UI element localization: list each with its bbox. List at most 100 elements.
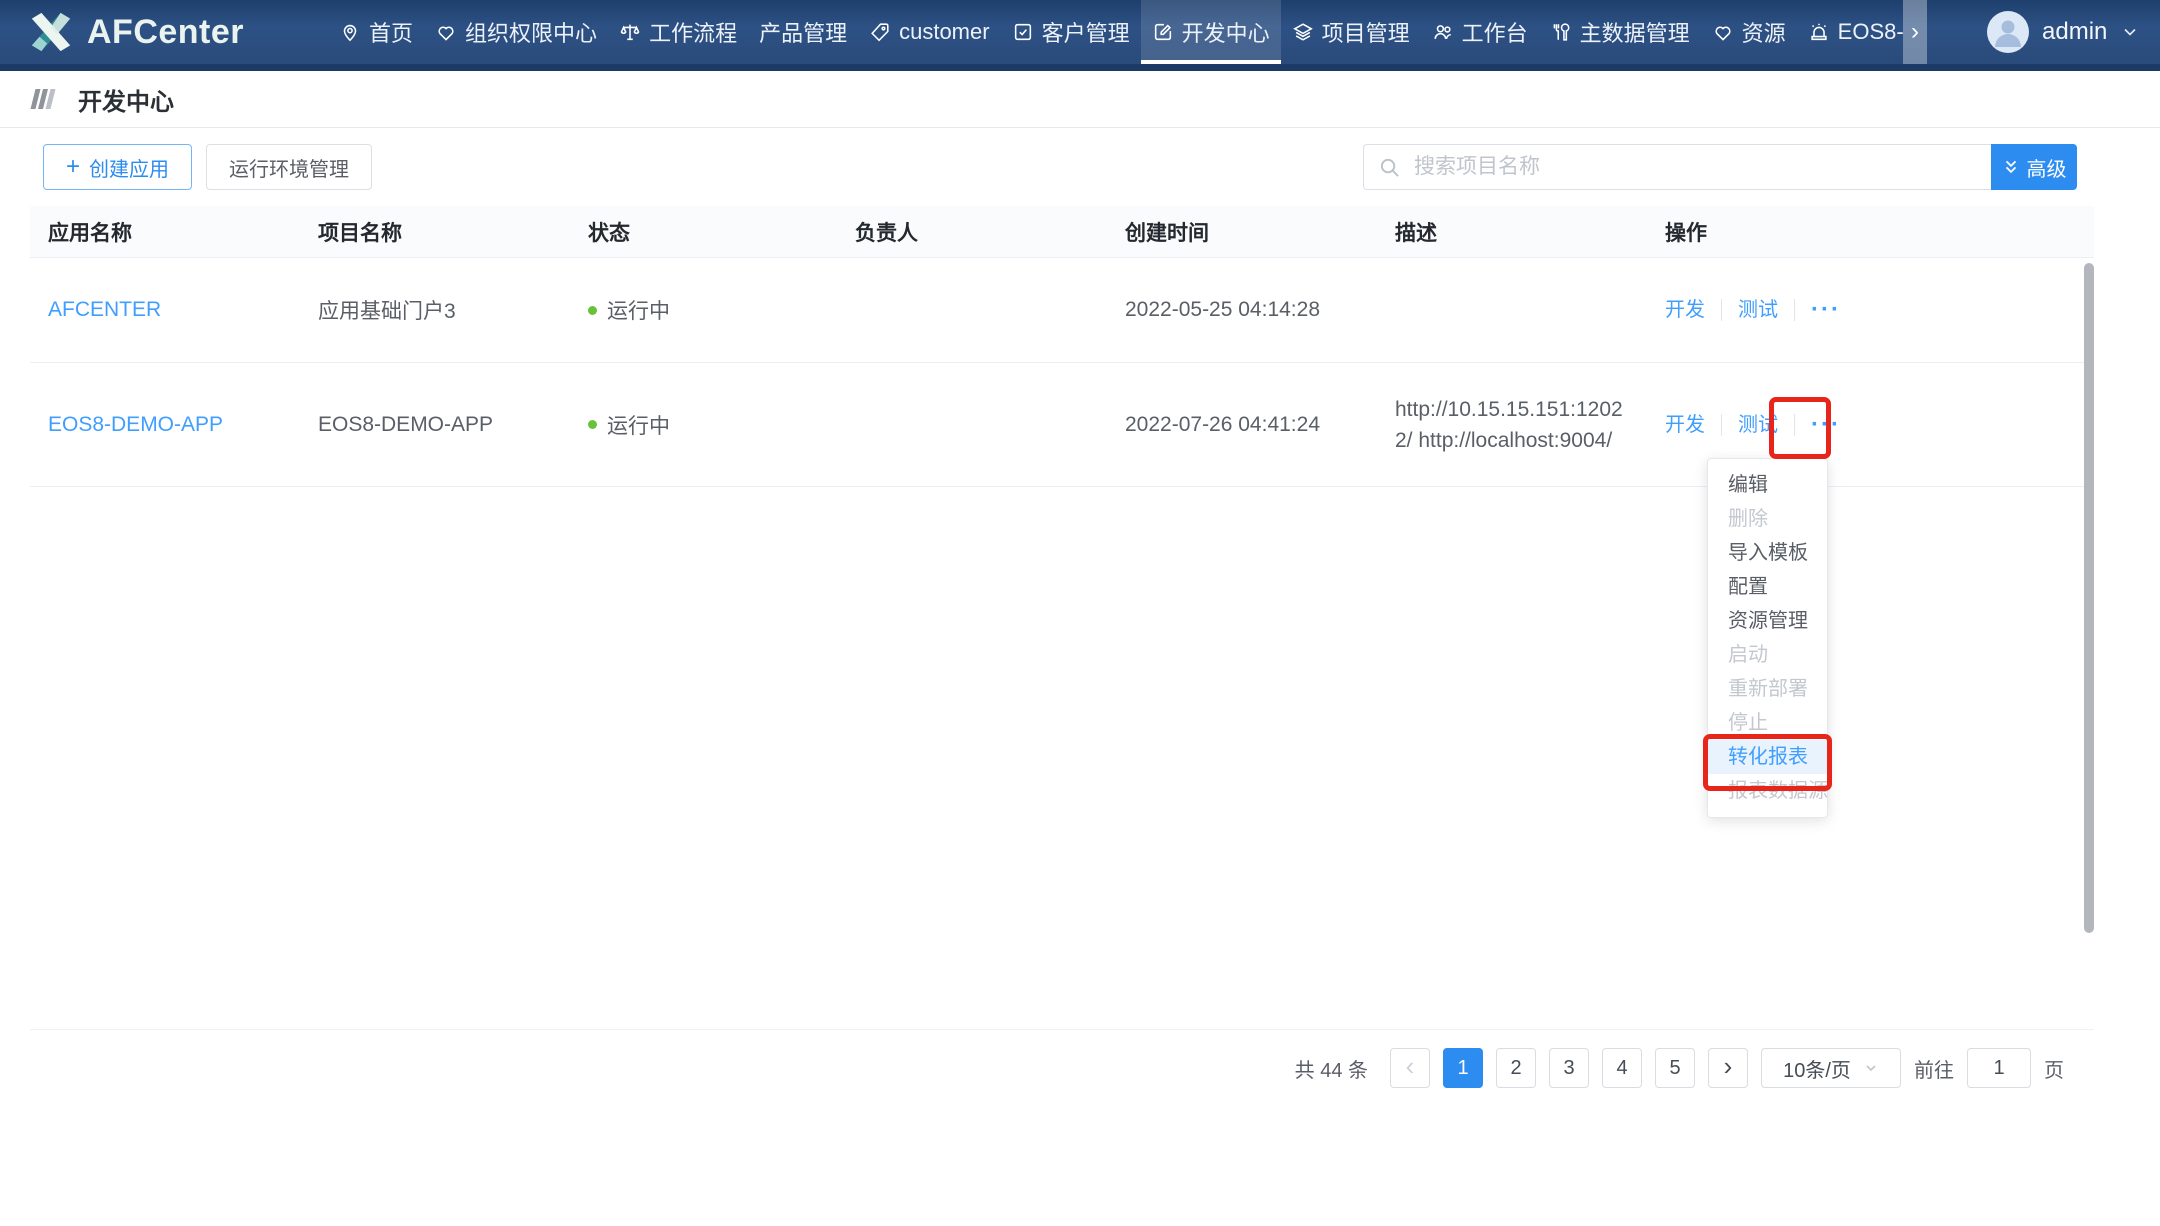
project-name-cell: EOS8-DEMO-APP [300, 413, 570, 437]
afcenter-logo-icon [28, 9, 74, 55]
created-cell: 2022-05-25 04:14:28 [1107, 298, 1377, 322]
goto-page-input[interactable] [1967, 1048, 2031, 1088]
menu-item-resource-mgmt[interactable]: 资源管理 [1708, 604, 1827, 638]
dev-action-link[interactable]: 开发 [1665, 299, 1721, 321]
nav-item-org-center[interactable]: 组织权限中心 [424, 0, 608, 64]
page-size-select[interactable]: 10条/页 [1761, 1048, 1901, 1088]
user-menu[interactable]: admin [1987, 0, 2140, 64]
username: admin [2042, 18, 2107, 46]
more-actions-icon[interactable]: ··· [1794, 299, 1841, 321]
nav-item-eos8-demo-app[interactable]: EOS8-DEMO-APP [1797, 0, 1903, 64]
menu-item-configure[interactable]: 配置 [1708, 570, 1827, 604]
created-cell: 2022-07-26 04:41:24 [1107, 413, 1377, 437]
col-app-name: 应用名称 [30, 217, 300, 247]
users-icon [1432, 21, 1454, 43]
top-navbar: AFCenter 首页 组织权限中心 工作流程 产品管理 [0, 0, 2160, 71]
menu-item-report-datasource[interactable]: 报表数据源 [1708, 774, 1827, 808]
col-description: 描述 [1377, 217, 1647, 247]
nav-item-workbench[interactable]: 工作台 [1421, 0, 1539, 64]
nav-label: EOS8-DEMO-APP [1838, 19, 1903, 45]
slashes-icon [30, 87, 62, 111]
create-app-button[interactable]: + 创建应用 [43, 144, 192, 190]
table-row: AFCENTER 应用基础门户3 运行中 2022-05-25 04:14:28… [30, 258, 2094, 363]
nav-label: 工作流程 [649, 16, 737, 48]
next-page-button[interactable]: › [1708, 1048, 1748, 1088]
status-dot-icon [588, 420, 597, 429]
workflow-scales-icon [619, 21, 641, 43]
row-actions: 开发 测试 ··· [1647, 299, 2094, 321]
app-name-link[interactable]: AFCENTER [48, 298, 161, 321]
toolbar-buttons: + 创建应用 运行环境管理 [43, 144, 372, 190]
avatar [1987, 11, 2029, 53]
menu-item-convert-report[interactable]: 转化报表 [1708, 740, 1827, 774]
description-cell: http://10.15.15.151:12022/ http://localh… [1377, 394, 1647, 456]
menu-item-start[interactable]: 启动 [1708, 638, 1827, 672]
menu-item-delete[interactable]: 删除 [1708, 502, 1827, 536]
double-chevron-down-icon [2002, 158, 2020, 176]
home-pin-icon [339, 21, 361, 43]
nav-item-resources[interactable]: 资源 [1701, 0, 1797, 64]
menu-item-edit[interactable]: 编辑 [1708, 468, 1827, 502]
advanced-search-button[interactable]: 高级 [1991, 144, 2077, 190]
advanced-label: 高级 [2027, 153, 2067, 182]
brand-name: AFCenter [87, 13, 244, 52]
goto-unit: 页 [2044, 1054, 2064, 1083]
nav-label: customer [899, 19, 989, 45]
org-heart-icon [435, 21, 457, 43]
more-actions-icon[interactable]: ··· [1794, 414, 1841, 436]
nav-item-product-mgmt[interactable]: 产品管理 [748, 0, 858, 64]
row-context-menu: 编辑 删除 导入模板 配置 资源管理 启动 重新部署 停止 转化报表 报表数据源 [1707, 458, 1828, 818]
page-button-3[interactable]: 3 [1549, 1048, 1589, 1088]
runtime-env-label: 运行环境管理 [229, 153, 349, 182]
main-nav: 首页 组织权限中心 工作流程 产品管理 customer [328, 0, 1903, 64]
nav-item-workflow[interactable]: 工作流程 [608, 0, 748, 64]
nav-item-customer[interactable]: customer [858, 0, 1000, 64]
chevron-down-icon [1863, 1060, 1879, 1076]
nav-item-project-mgmt[interactable]: 项目管理 [1281, 0, 1421, 64]
chevron-down-icon [2120, 22, 2140, 42]
status-label: 运行中 [607, 410, 670, 440]
col-owner: 负责人 [837, 217, 1107, 247]
col-created: 创建时间 [1107, 217, 1377, 247]
create-app-label: 创建应用 [89, 153, 169, 182]
table-header: 应用名称 项目名称 状态 负责人 创建时间 描述 操作 [30, 206, 2094, 258]
nav-item-master-data[interactable]: 主数据管理 [1539, 0, 1701, 64]
status-badge: 运行中 [588, 410, 817, 440]
status-dot-icon [588, 306, 597, 315]
breadcrumb: 开发中心 [0, 71, 2160, 128]
test-action-link[interactable]: 测试 [1721, 414, 1794, 436]
nav-label: 主数据管理 [1580, 16, 1690, 48]
status-badge: 运行中 [588, 295, 817, 325]
project-name-cell: 应用基础门户3 [300, 295, 570, 325]
vertical-scrollbar[interactable] [2084, 263, 2094, 933]
page-button-2[interactable]: 2 [1496, 1048, 1536, 1088]
goto-label: 前往 [1914, 1054, 1954, 1083]
nav-item-home[interactable]: 首页 [328, 0, 424, 64]
total-count: 共 44 条 [1295, 1054, 1368, 1083]
nav-label: 组织权限中心 [465, 16, 597, 48]
col-status: 状态 [570, 217, 837, 247]
runtime-env-button[interactable]: 运行环境管理 [206, 144, 372, 190]
nav-scroll-right-button[interactable]: › [1903, 0, 1927, 64]
search-input[interactable] [1363, 144, 1991, 190]
plus-icon: + [66, 155, 80, 179]
tag-icon [869, 21, 891, 43]
row-actions: 开发 测试 ··· [1647, 414, 2094, 436]
page-button-1[interactable]: 1 [1443, 1048, 1483, 1088]
menu-item-stop[interactable]: 停止 [1708, 706, 1827, 740]
pagination: 共 44 条 ‹ 1 2 3 4 5 › 10条/页 前往 页 [0, 1048, 2064, 1088]
tools-icon [1550, 21, 1572, 43]
dev-action-link[interactable]: 开发 [1665, 414, 1721, 436]
search-bar: 高级 [1363, 144, 2077, 190]
menu-item-redeploy[interactable]: 重新部署 [1708, 672, 1827, 706]
page-button-5[interactable]: 5 [1655, 1048, 1695, 1088]
prev-page-button[interactable]: ‹ [1390, 1048, 1430, 1088]
app-name-link[interactable]: EOS8-DEMO-APP [48, 413, 223, 436]
menu-item-import-template[interactable]: 导入模板 [1708, 536, 1827, 570]
test-action-link[interactable]: 测试 [1721, 299, 1794, 321]
page-title: 开发中心 [78, 82, 174, 117]
page-button-4[interactable]: 4 [1602, 1048, 1642, 1088]
nav-item-dev-center[interactable]: 开发中心 [1141, 0, 1281, 64]
nav-item-customer-mgmt[interactable]: 客户管理 [1001, 0, 1141, 64]
brand[interactable]: AFCenter [0, 0, 244, 64]
